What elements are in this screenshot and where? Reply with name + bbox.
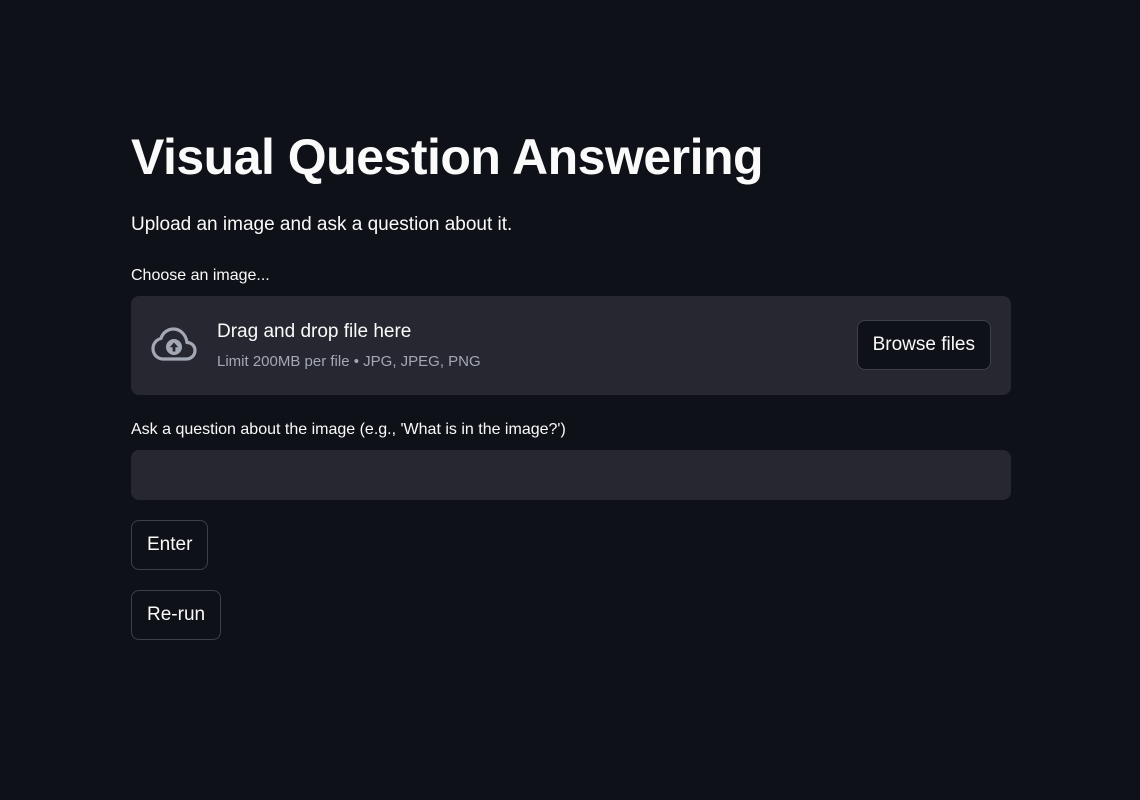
rerun-button[interactable]: Re-run [131, 590, 222, 640]
page-title: Visual Question Answering [131, 129, 764, 185]
file-dropzone[interactable]: Drag and drop file here Limit 200MB per … [131, 296, 1011, 395]
cloud-upload-icon [151, 327, 197, 361]
page-subtitle: Upload an image and ask a question about… [131, 214, 513, 235]
browse-files-button[interactable]: Browse files [856, 320, 991, 370]
dropzone-instructions: Drag and drop file here [217, 321, 412, 342]
enter-button[interactable]: Enter [131, 520, 209, 570]
question-input[interactable] [131, 450, 1011, 500]
question-label: Ask a question about the image (e.g., 'W… [131, 421, 566, 438]
dropzone-limit-text: Limit 200MB per file • JPG, JPEG, PNG [217, 353, 481, 370]
upload-label: Choose an image... [131, 267, 270, 284]
